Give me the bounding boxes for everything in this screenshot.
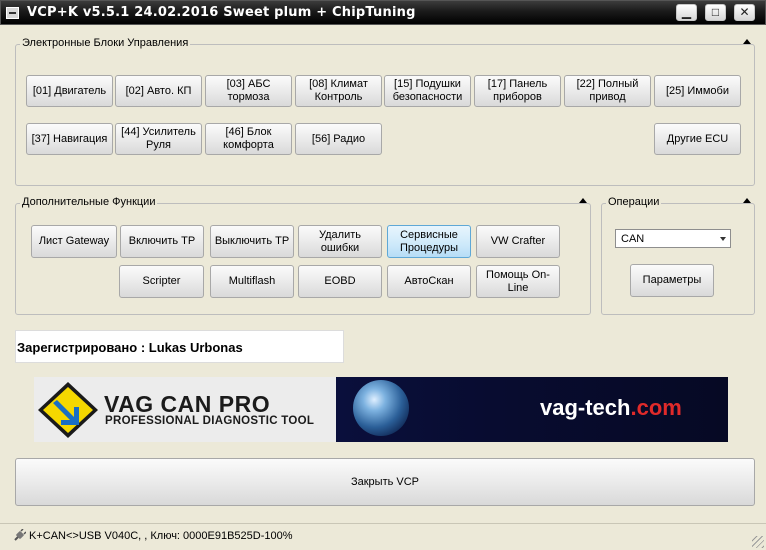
ecu-button-37[interactable]: [37] Навигация xyxy=(26,123,113,155)
ecu-button-01[interactable]: [01] Двигатель xyxy=(26,75,113,107)
ecu-button-02[interactable]: [02] Авто. КП xyxy=(115,75,202,107)
gateway-list-button[interactable]: Лист Gateway xyxy=(31,225,117,258)
ecu-button-25[interactable]: [25] Иммоби xyxy=(654,75,741,107)
eobd-button[interactable]: EOBD xyxy=(298,265,382,298)
ecu-button-22[interactable]: [22] Полный привод xyxy=(564,75,651,107)
ecu-button-17[interactable]: [17] Панель приборов xyxy=(474,75,561,107)
window-title: VCP+K v5.5.1 24.02.2016 Sweet plum + Chi… xyxy=(27,5,416,20)
operations-group-label: Операции xyxy=(606,196,662,208)
vag-can-pro-logo-icon xyxy=(38,382,98,438)
scripter-button[interactable]: Scripter xyxy=(119,265,204,298)
ecu-group-label: Электронные Блоки Управления xyxy=(20,37,191,49)
vw-crafter-button[interactable]: VW Crafter xyxy=(476,225,560,258)
registration-text: Зарегистрировано : Lukas Urbonas xyxy=(17,340,243,355)
ecu-button-08[interactable]: [08] Климат Контроль xyxy=(295,75,382,107)
protocol-select[interactable]: CAN xyxy=(615,229,731,248)
ecu-button-56[interactable]: [56] Радио xyxy=(295,123,382,155)
connection-status: K+CAN<>USB V040C, , Ключ: 0000E91B525D-1… xyxy=(29,530,293,542)
ecu-group: Электронные Блоки Управления xyxy=(15,37,755,186)
chevron-down-icon xyxy=(720,237,726,241)
functions-group-label: Дополнительные Функции xyxy=(20,196,158,208)
maximize-button[interactable]: □ xyxy=(705,4,726,21)
globe-icon xyxy=(353,380,409,436)
ecu-button-15[interactable]: [15] Подушки безопасности xyxy=(384,75,471,107)
service-procedures-button[interactable]: Сервисные Процедуры xyxy=(387,225,471,258)
ecu-button-03[interactable]: [03] АБС тормоза xyxy=(205,75,292,107)
ecu-button-46[interactable]: [46] Блок комфорта xyxy=(205,123,292,155)
collapse-icon[interactable] xyxy=(743,198,751,203)
parameters-button[interactable]: Параметры xyxy=(630,264,714,297)
enable-tp-button[interactable]: Включить ТР xyxy=(120,225,204,258)
online-help-button[interactable]: Помощь On-Line xyxy=(476,265,560,298)
minimize-button[interactable]: ▁ xyxy=(676,4,697,21)
collapse-icon[interactable] xyxy=(743,39,751,44)
banner-website-name: vag-tech xyxy=(540,395,631,420)
banner-tagline: PROFESSIONAL DIAGNOSTIC TOOL xyxy=(105,415,315,427)
clear-errors-button[interactable]: Удалить ошибки xyxy=(298,225,382,258)
multiflash-button[interactable]: Multiflash xyxy=(210,265,294,298)
disable-tp-button[interactable]: Выключить ТР xyxy=(210,225,294,258)
autoscan-button[interactable]: АвтоСкан xyxy=(387,265,471,298)
vag-can-pro-banner[interactable]: VAG CAN PRO PROFESSIONAL DIAGNOSTIC TOOL… xyxy=(34,377,728,442)
ecu-button-44[interactable]: [44] Усилитель Руля xyxy=(115,123,202,155)
banner-website-domain: .com xyxy=(630,395,682,420)
banner-brand: VAG CAN PRO xyxy=(104,391,271,417)
title-bar: VCP+K v5.5.1 24.02.2016 Sweet plum + Chi… xyxy=(0,0,766,25)
system-menu-icon[interactable] xyxy=(6,7,19,19)
functions-group: Дополнительные Функции xyxy=(15,196,591,315)
other-ecu-button[interactable]: Другие ECU xyxy=(654,123,741,155)
close-vcp-button[interactable]: Закрыть VCP xyxy=(15,458,755,506)
collapse-icon[interactable] xyxy=(579,198,587,203)
plug-icon xyxy=(14,529,26,541)
registration-box: Зарегистрировано : Lukas Urbonas xyxy=(15,330,344,363)
resize-grip[interactable] xyxy=(752,536,764,548)
banner-website: vag-tech.com xyxy=(540,395,682,421)
close-window-button[interactable]: ✕ xyxy=(734,4,755,21)
status-bar: K+CAN<>USB V040C, , Ключ: 0000E91B525D-1… xyxy=(0,523,766,550)
protocol-select-value: CAN xyxy=(621,233,645,245)
operations-group: Операции xyxy=(601,196,755,315)
